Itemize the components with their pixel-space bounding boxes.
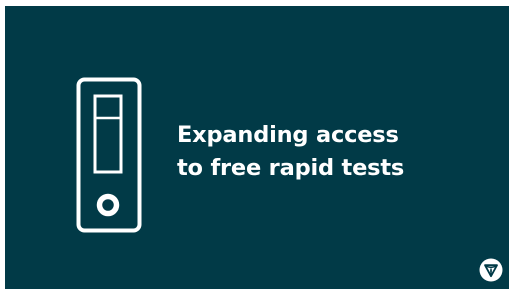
- headline: Expanding access to free rapid tests: [177, 119, 497, 185]
- banner: Expanding access to free rapid tests: [5, 6, 509, 289]
- headline-line-1: Expanding access: [177, 122, 399, 148]
- ontario-trillium-logo-icon: [479, 258, 503, 282]
- rapid-test-cassette-icon: [76, 77, 142, 233]
- headline-line-2: to free rapid tests: [177, 155, 405, 181]
